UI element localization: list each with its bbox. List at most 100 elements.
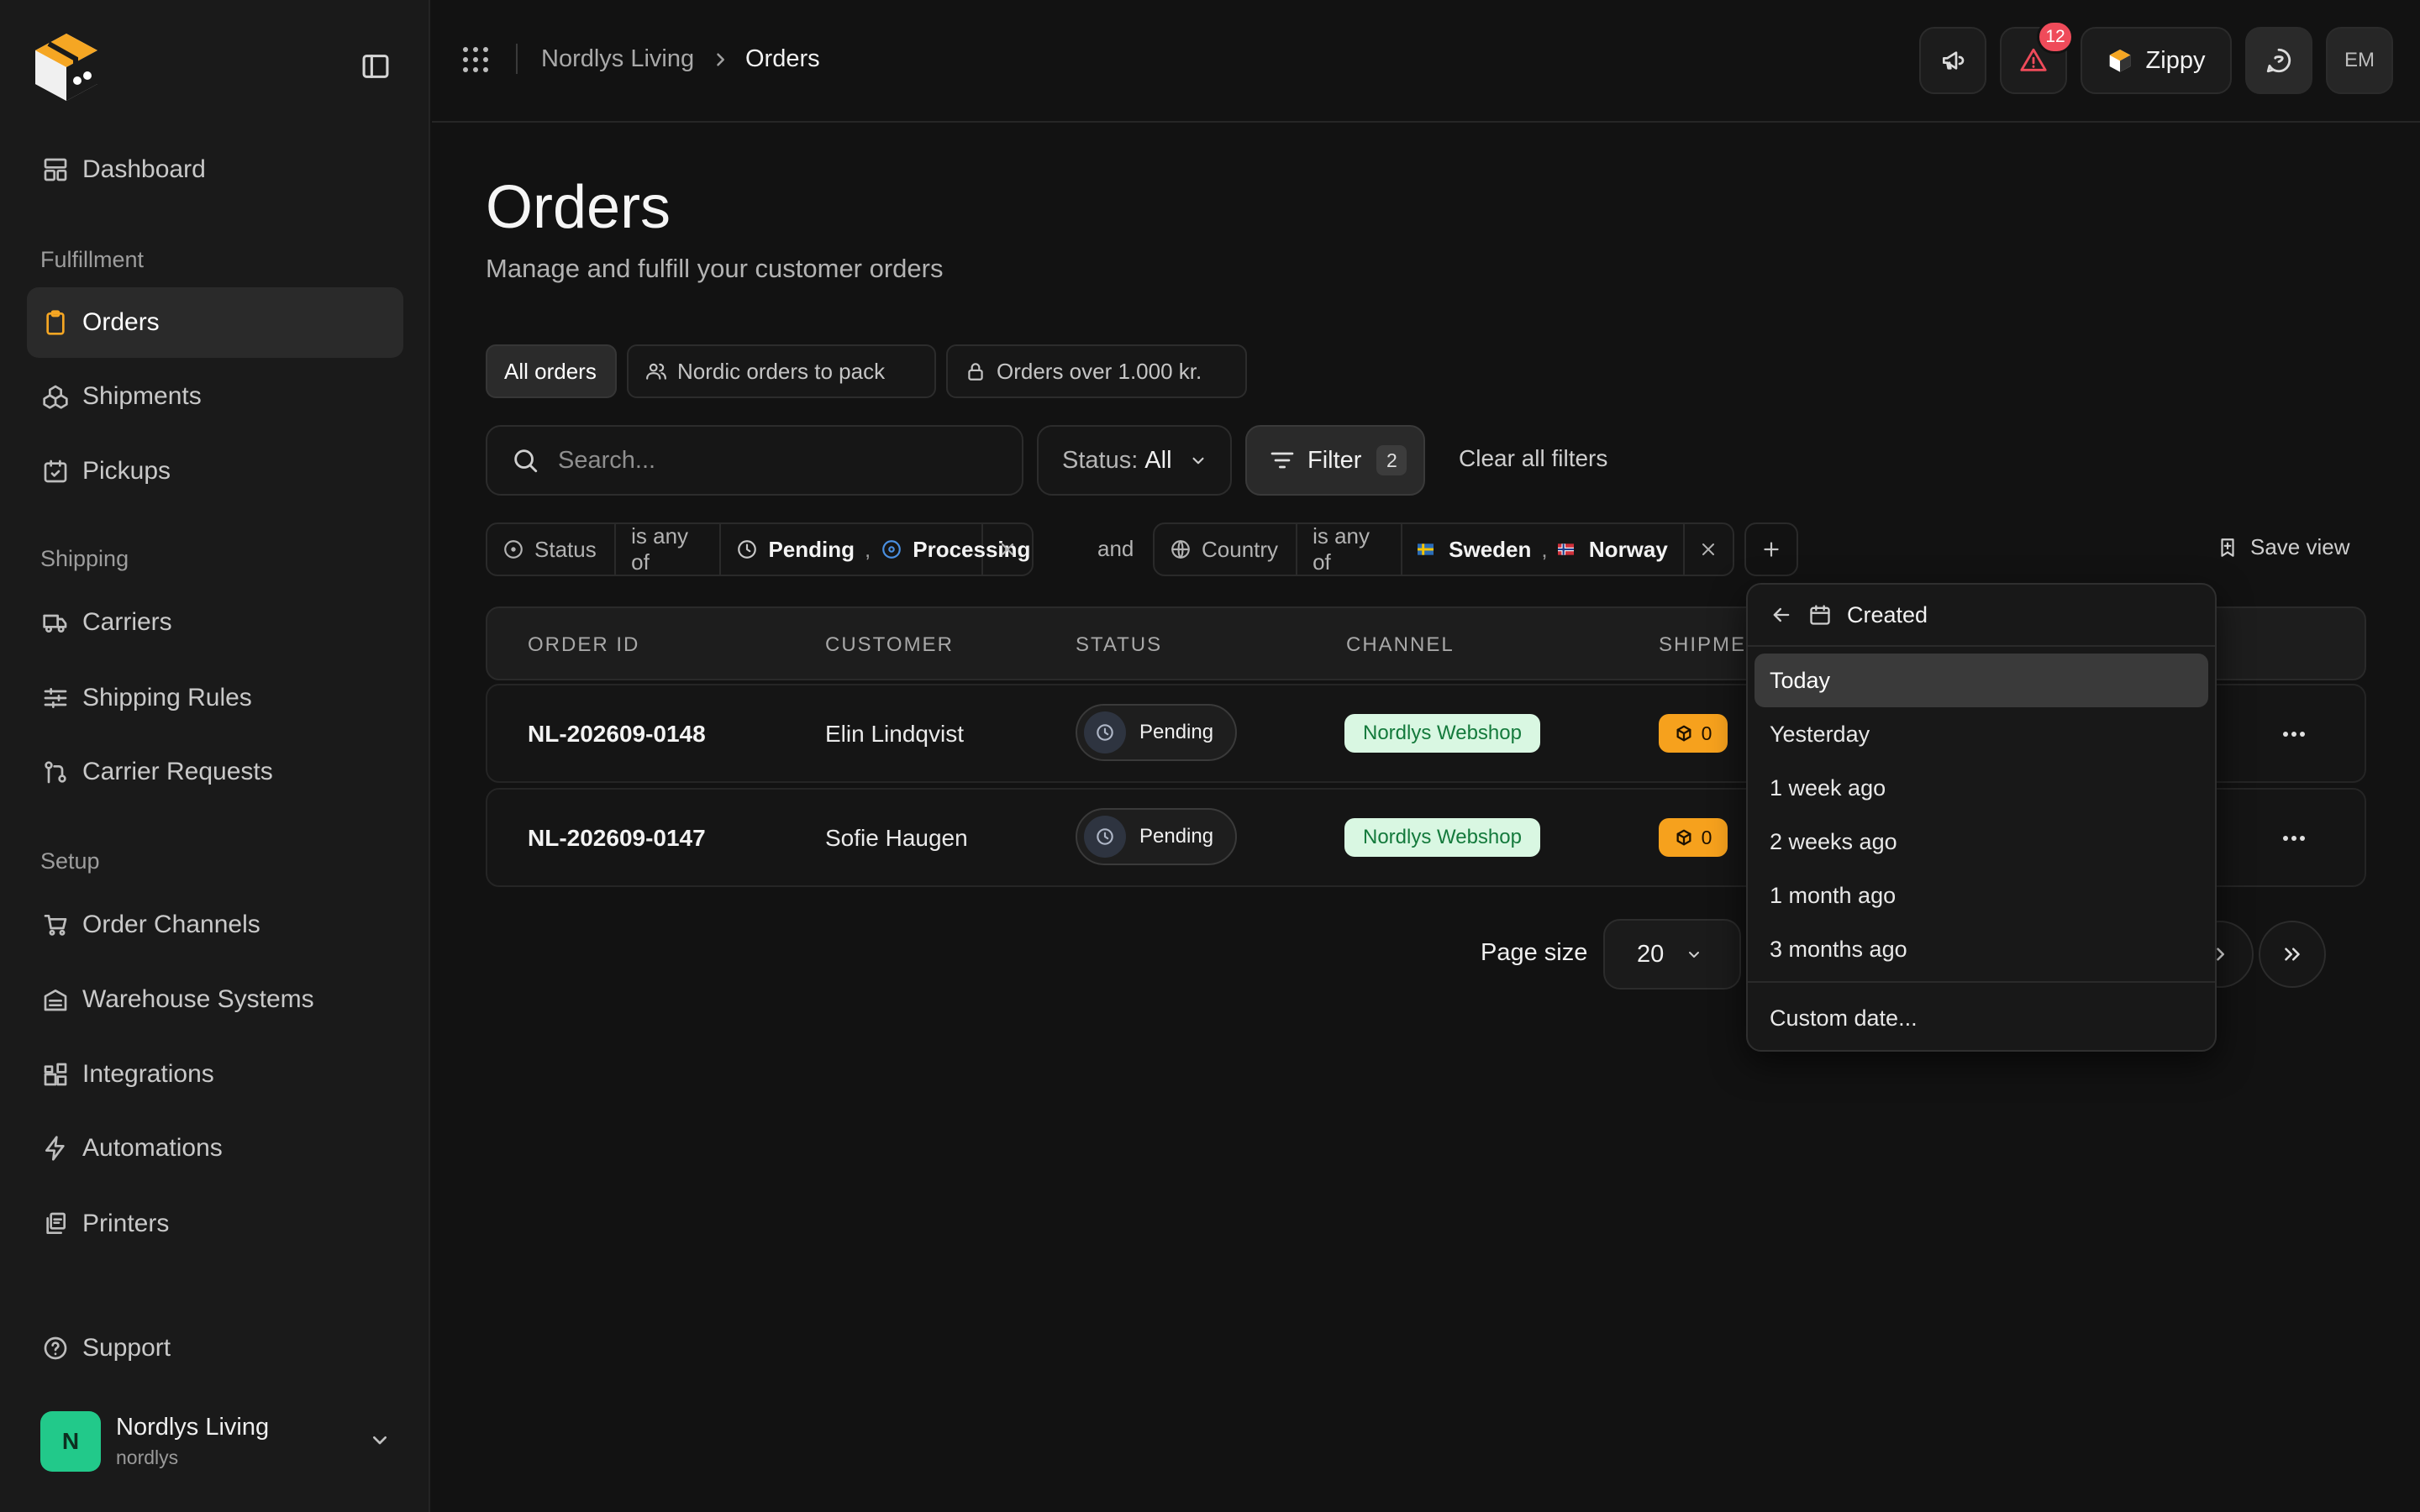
status-badge: Pending (1076, 808, 1237, 865)
order-id[interactable]: NL-202609-0147 (528, 825, 706, 852)
sidebar-toggle-icon[interactable] (360, 52, 392, 81)
customer-name: Sofie Haugen (825, 825, 968, 851)
sidebar-item-label: Printers (82, 1210, 170, 1237)
breadcrumb-workspace[interactable]: Nordlys Living (541, 45, 694, 73)
brand-logo[interactable] (29, 29, 104, 104)
filter-label: Filter (1307, 446, 1362, 474)
menu-item-custom-date[interactable]: Custom date... (1754, 991, 2208, 1045)
alerts-button[interactable]: 12 (2000, 20, 2074, 94)
menu-item-today[interactable]: Today (1754, 654, 2208, 707)
view-tab-label: Nordic orders to pack (677, 358, 886, 384)
plus-icon (1760, 538, 1782, 560)
menu-title: Created (1847, 601, 1928, 627)
save-view-button[interactable]: Save view (2217, 534, 2350, 560)
boxes-icon (42, 383, 69, 410)
sidebar-item-order-channels[interactable]: Order Channels (27, 890, 403, 960)
view-tab-nordic-orders[interactable]: Nordic orders to pack (627, 344, 936, 398)
filter-button[interactable]: Filter 2 (1245, 425, 1425, 496)
status-dropdown-label: Status: (1062, 446, 1139, 474)
sidebar-item-printers[interactable]: Printers (27, 1189, 403, 1259)
column-header-order-id[interactable]: ORDER ID (528, 633, 639, 657)
chip-field-label: Country (1202, 536, 1279, 562)
globe-icon (1170, 538, 1192, 560)
status-badge: Pending (1076, 704, 1237, 761)
app-grid-icon[interactable] (460, 45, 491, 75)
sidebar-item-warehouse-systems[interactable]: Warehouse Systems (27, 964, 403, 1035)
help-circle-icon (42, 1335, 69, 1362)
view-tab-orders-over[interactable]: Orders over 1.000 kr. (946, 344, 1247, 398)
clear-filters-button[interactable]: Clear all filters (1459, 445, 1607, 472)
sliders-icon (42, 685, 69, 711)
search-icon (511, 446, 539, 475)
filter-count-badge: 2 (1376, 445, 1407, 475)
sidebar-item-pickups[interactable]: Pickups (27, 436, 403, 507)
column-header-channel[interactable]: CHANNEL (1346, 633, 1455, 657)
sidebar-item-support[interactable]: Support (27, 1313, 403, 1383)
account-switcher[interactable]: N Nordlys Living nordlys (40, 1410, 393, 1473)
menu-item-1-month-ago[interactable]: 1 month ago (1754, 869, 2208, 922)
announcements-button[interactable] (1919, 27, 1986, 94)
search-input[interactable]: Search... (486, 425, 1023, 496)
user-avatar[interactable]: EM (2326, 27, 2393, 94)
chip-field[interactable]: Status (487, 524, 617, 575)
clipboard-icon (42, 309, 69, 336)
sidebar-item-carrier-requests[interactable]: Carrier Requests (27, 737, 403, 807)
menu-item-3-months-ago[interactable]: 3 months ago (1754, 922, 2208, 976)
status-dropdown-value: All (1144, 446, 1172, 474)
account-handle: nordlys (116, 1446, 179, 1468)
more-icon[interactable] (2277, 717, 2311, 751)
chip-comma: , (1541, 536, 1548, 562)
warehouse-icon (42, 986, 69, 1013)
sidebar-item-label: Integrations (82, 1060, 214, 1088)
sidebar-item-label: Warehouse Systems (82, 985, 314, 1013)
package-icon (1675, 828, 1693, 847)
chip-operator[interactable]: is any of (1297, 524, 1402, 575)
megaphone-icon (1939, 47, 1966, 74)
sidebar-item-carriers[interactable]: Carriers (27, 587, 403, 658)
chip-values[interactable]: Sweden , Norway (1402, 524, 1685, 575)
sidebar-item-shipments[interactable]: Shipments (27, 361, 403, 432)
page-size-select[interactable]: 20 (1603, 919, 1741, 990)
chat-button[interactable] (2245, 27, 2312, 94)
sidebar-item-label: Automations (82, 1134, 223, 1162)
remove-country-filter-button[interactable] (1685, 524, 1733, 575)
save-view-label: Save view (2250, 534, 2350, 559)
zippy-button[interactable]: Zippy (2081, 27, 2232, 94)
chip-value-pending: Pending (768, 536, 855, 562)
menu-item-yesterday[interactable]: Yesterday (1754, 707, 2208, 761)
menu-item-2-weeks-ago[interactable]: 2 weeks ago (1754, 815, 2208, 869)
clock-icon (736, 538, 758, 560)
shipments-badge: 0 (1659, 818, 1728, 857)
last-page-button[interactable] (2259, 921, 2326, 988)
sidebar-item-automations[interactable]: Automations (27, 1113, 403, 1184)
blocks-icon (42, 1061, 69, 1088)
arrow-left-icon[interactable] (1770, 603, 1793, 627)
column-header-shipments[interactable]: SHIPME (1659, 633, 1746, 657)
more-icon[interactable] (2277, 822, 2311, 855)
sidebar-item-orders[interactable]: Orders (27, 287, 403, 358)
chip-field[interactable]: Country (1155, 524, 1298, 575)
status-label: Pending (1139, 721, 1214, 743)
page-size-value: 20 (1637, 940, 1665, 968)
column-header-status[interactable]: STATUS (1076, 633, 1162, 657)
sidebar-item-label: Shipments (82, 382, 202, 410)
shipments-count: 0 (1701, 826, 1712, 848)
column-header-customer[interactable]: CUSTOMER (825, 633, 954, 657)
processing-icon (881, 538, 902, 560)
view-tab-all-orders[interactable]: All orders (486, 344, 617, 398)
chip-value-sweden: Sweden (1449, 536, 1532, 562)
chip-operator-label: is any of (631, 523, 689, 575)
circle-dot-icon (502, 538, 524, 560)
chip-operator[interactable]: is any of (616, 523, 722, 575)
status-filter-chip: Status is any of Pending , Processing (486, 522, 1034, 576)
sidebar-item-integrations[interactable]: Integrations (27, 1039, 403, 1110)
chip-values[interactable]: Pending , Processing (721, 524, 1030, 575)
order-id[interactable]: NL-202609-0148 (528, 721, 706, 748)
status-dropdown[interactable]: Status: All (1037, 425, 1232, 496)
add-filter-button[interactable] (1744, 522, 1798, 576)
printer-icon (42, 1210, 69, 1237)
sidebar-item-shipping-rules[interactable]: Shipping Rules (27, 663, 403, 733)
menu-item-1-week-ago[interactable]: 1 week ago (1754, 761, 2208, 815)
remove-status-filter-button[interactable] (983, 524, 1032, 575)
sidebar-item-dashboard[interactable]: Dashboard (27, 134, 403, 205)
